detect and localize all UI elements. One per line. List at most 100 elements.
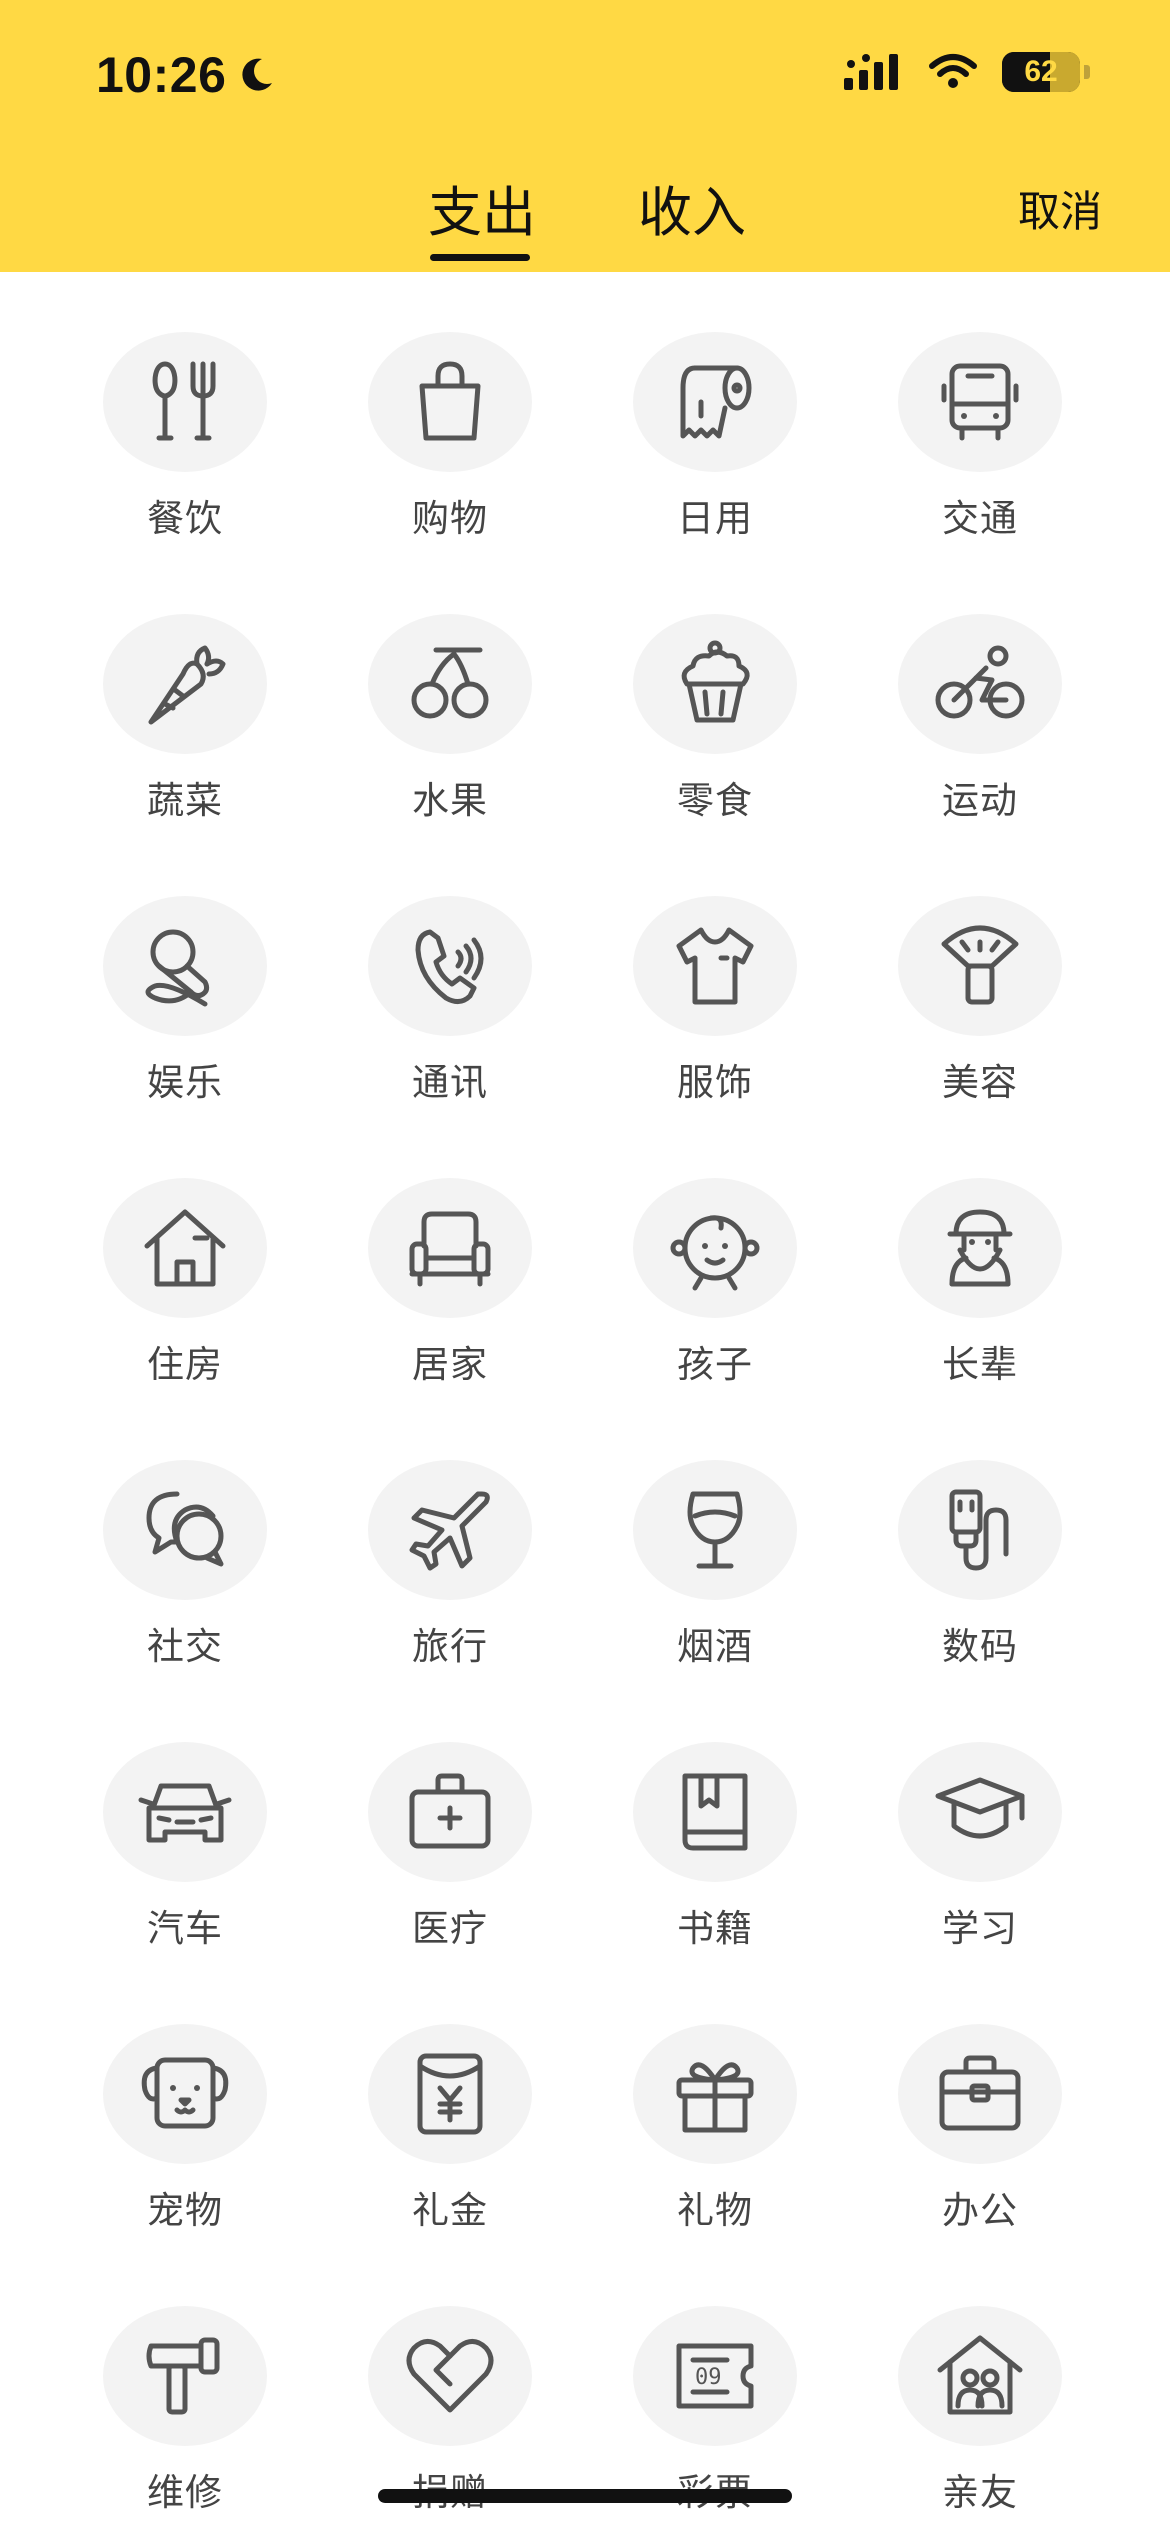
category-item[interactable]: 办公	[880, 1964, 1080, 2234]
category-item[interactable]: 餐饮	[85, 272, 285, 542]
cancel-button[interactable]: 取消	[1018, 178, 1102, 239]
battery-text: 62	[1024, 55, 1058, 88]
battery-cap	[1084, 65, 1090, 79]
category-item[interactable]: 住房	[85, 1118, 285, 1388]
baby-face-icon	[670, 1215, 760, 1291]
category-label: 水果	[412, 779, 488, 822]
svg-text:09: 09	[695, 2365, 722, 2390]
category-icon-circle	[103, 896, 267, 1036]
tshirt-icon	[676, 927, 754, 1005]
category-icon-circle	[633, 1460, 797, 1600]
category-icon-circle	[633, 1178, 797, 1318]
home-indicator	[378, 2489, 792, 2503]
elder-icon	[947, 1209, 1013, 1287]
cherries-icon	[411, 647, 489, 719]
category-item[interactable]: 旅行	[350, 1400, 550, 1670]
category-item[interactable]: 孩子	[615, 1118, 815, 1388]
category-icon-circle	[103, 614, 267, 754]
category-label: 通讯	[412, 1061, 488, 1104]
category-item[interactable]: 书籍	[615, 1682, 815, 1952]
moon-icon	[242, 58, 273, 91]
category-item[interactable]: 学习	[880, 1682, 1080, 1952]
category-icon-circle	[898, 1178, 1062, 1318]
category-item[interactable]: 宠物	[85, 1964, 285, 2234]
utensils-icon	[152, 361, 216, 441]
tab-expense[interactable]: 支出	[428, 168, 536, 247]
category-item[interactable]: 日用	[615, 272, 815, 542]
top-header: 10:26 62 支出 收入 取消	[0, 0, 1170, 272]
category-icon-circle	[103, 1178, 267, 1318]
category-item[interactable]: 亲友	[880, 2246, 1080, 2516]
category-item[interactable]: 运动	[880, 554, 1080, 824]
category-item[interactable]: 09彩票	[615, 2246, 815, 2516]
category-item[interactable]: 美容	[880, 836, 1080, 1106]
category-icon-circle	[898, 614, 1062, 754]
category-icon-circle	[898, 2306, 1062, 2446]
category-item[interactable]: 长辈	[880, 1118, 1080, 1388]
category-item[interactable]: 通讯	[350, 836, 550, 1106]
category-label: 礼金	[412, 2189, 488, 2232]
red-envelope-icon	[417, 2053, 483, 2135]
category-label: 孩子	[677, 1343, 753, 1386]
category-item[interactable]: 服饰	[615, 836, 815, 1106]
category-item[interactable]: 礼金	[350, 1964, 550, 2234]
category-label: 烟酒	[677, 1625, 753, 1668]
category-label: 住房	[147, 1343, 223, 1386]
category-label: 运动	[942, 779, 1018, 822]
category-item[interactable]: 娱乐	[85, 836, 285, 1106]
category-item[interactable]: 水果	[350, 554, 550, 824]
category-icon-circle	[633, 2024, 797, 2164]
cyclist-icon	[935, 645, 1025, 719]
cupcake-icon	[681, 640, 750, 723]
lipstick-icon	[941, 925, 1019, 1005]
category-item[interactable]: 蔬菜	[85, 554, 285, 824]
category-item[interactable]: 维修	[85, 2246, 285, 2516]
category-item[interactable]: 交通	[880, 272, 1080, 542]
status-time: 10:26	[96, 47, 227, 103]
shopping-bag-icon	[419, 361, 481, 441]
category-label: 蔬菜	[147, 779, 223, 822]
category-item[interactable]: 居家	[350, 1118, 550, 1388]
hammer-icon	[146, 2337, 220, 2415]
category-label: 娱乐	[147, 1061, 223, 1104]
category-item[interactable]: 医疗	[350, 1682, 550, 1952]
gift-icon	[676, 2062, 754, 2133]
category-item[interactable]: 礼物	[615, 1964, 815, 2234]
bus-icon	[941, 363, 1019, 441]
category-item[interactable]: 社交	[85, 1400, 285, 1670]
category-icon-circle	[898, 896, 1062, 1036]
category-icon-circle	[103, 1460, 267, 1600]
category-label: 长辈	[942, 1343, 1018, 1386]
tab-income[interactable]: 收入	[638, 168, 746, 247]
category-icon-circle	[368, 2306, 532, 2446]
category-label: 学习	[942, 1907, 1018, 1950]
phone-call-icon	[415, 929, 484, 1004]
category-label: 数码	[942, 1625, 1018, 1668]
category-label: 餐饮	[147, 497, 223, 540]
category-label: 居家	[412, 1343, 488, 1386]
airplane-icon	[409, 1491, 490, 1571]
category-item[interactable]: 汽车	[85, 1682, 285, 1952]
category-icon-circle	[103, 1742, 267, 1882]
category-label: 日用	[677, 497, 753, 540]
category-label: 医疗	[412, 1907, 488, 1950]
wifi-icon	[929, 54, 977, 88]
category-label: 购物	[412, 497, 488, 540]
category-item[interactable]: 零食	[615, 554, 815, 824]
category-icon-circle	[633, 1742, 797, 1882]
category-label: 维修	[147, 2471, 223, 2514]
heart-icon	[406, 2339, 494, 2413]
category-icon-circle	[368, 896, 532, 1036]
category-item[interactable]: 烟酒	[615, 1400, 815, 1670]
car-icon	[138, 1783, 232, 1843]
house-icon	[144, 1209, 226, 1287]
category-icon-circle	[103, 332, 267, 472]
category-label: 社交	[147, 1625, 223, 1668]
category-item[interactable]: 捐赠	[350, 2246, 550, 2516]
category-icon-circle	[368, 1178, 532, 1318]
category-item[interactable]: 数码	[880, 1400, 1080, 1670]
category-item[interactable]: 购物	[350, 272, 550, 542]
category-icon-circle	[633, 332, 797, 472]
battery-icon: 62	[1002, 52, 1080, 92]
category-icon-circle	[633, 614, 797, 754]
